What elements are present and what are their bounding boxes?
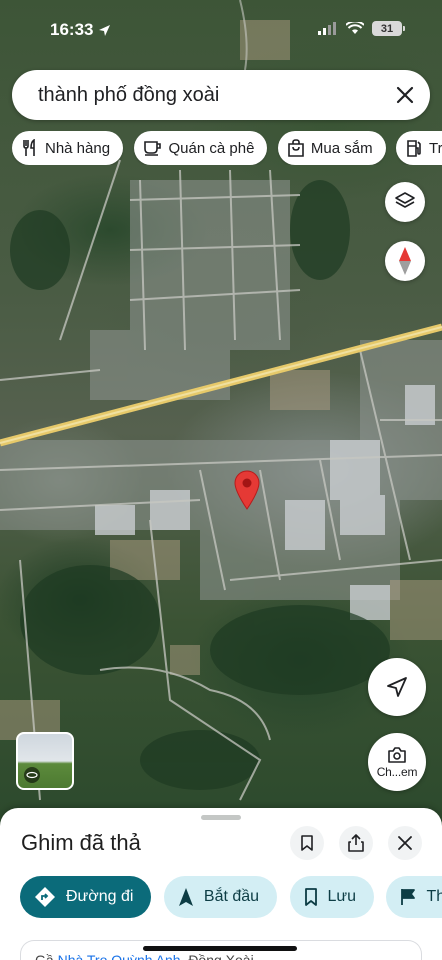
place-title: Ghim đã thả [21,830,141,855]
bookmark-icon [304,888,317,906]
navigation-arrow-icon [387,677,407,697]
chip-label: Mua sắm [310,139,373,157]
start-label: Bắt đầu [203,888,260,905]
start-button[interactable]: Bắt đầu [163,876,278,918]
category-chips: Nhà hàng Quán cà phê Mua sắm Trạm [12,131,442,165]
flag-icon [401,889,416,905]
wifi-icon [346,22,364,34]
chip-label: Nhà hàng [45,139,111,157]
bookmark-icon [301,835,313,851]
lens-button[interactable]: Ch...em [368,733,426,791]
camera-icon [388,746,406,763]
street-view-thumbnail[interactable] [16,732,74,790]
chip-gas-station[interactable]: Trạm [396,131,442,165]
cellular-signal-icon [318,22,336,35]
lens-label: Ch...em [376,764,418,779]
rotate-360-icon [24,767,40,783]
search-input[interactable]: thành phố đồng xoài [38,84,380,107]
share-icon [348,834,364,852]
map-pin-icon [234,470,260,510]
nearby-suffix: , Đồng Xoài [180,952,254,960]
save-label: Lưu [327,888,357,905]
status-time: 16:33 [50,20,111,40]
chip-shopping[interactable]: Mua sắm [277,131,386,165]
sheet-grabber[interactable] [201,815,241,820]
compass-button[interactable] [385,241,425,281]
gas-station-icon [407,140,421,157]
save-button[interactable]: Lưu [289,876,375,918]
close-sheet-button[interactable] [388,826,422,860]
directions-icon [35,887,55,907]
directions-button[interactable]: Đường đi [20,876,152,918]
battery-icon: 31 [372,21,405,36]
layers-icon [395,192,415,208]
place-bottom-sheet: Ghim đã thả Đường đi Bắt đầu Lưu Th Gầ N… [0,808,442,960]
restaurant-icon [23,139,35,156]
dropped-pin-marker[interactable] [233,470,261,515]
my-location-button[interactable] [368,658,426,716]
battery-level: 31 [380,22,394,35]
status-indicators: 31 [318,21,405,36]
status-time-text: 16:33 [50,20,94,39]
chip-restaurants[interactable]: Nhà hàng [12,131,124,165]
share-button[interactable] [339,826,373,860]
search-bar[interactable]: thành phố đồng xoài [12,70,430,120]
coffee-icon [143,141,161,156]
nearby-place-link[interactable]: Nhà Trọ Quỳnh Anh [58,952,181,960]
chip-label: Trạm [429,139,442,157]
location-arrow-icon [99,24,111,36]
home-indicator[interactable] [143,946,297,951]
save-bookmark-button[interactable] [290,826,324,860]
add-label-label: Thê [426,888,442,905]
navigation-arrow-icon [178,888,193,906]
close-icon [396,86,414,104]
chip-coffee[interactable]: Quán cà phê [133,131,268,165]
add-label-button[interactable]: Thê [386,876,442,918]
compass-icon [399,247,411,275]
action-buttons: Đường đi Bắt đầu Lưu Thê [20,876,442,918]
clear-search-button[interactable] [380,70,430,120]
shopping-bag-icon [288,139,304,157]
layers-button[interactable] [385,182,425,222]
nearby-prefix: Gầ [35,952,54,960]
close-icon [398,836,412,850]
directions-label: Đường đi [66,888,134,905]
chip-label: Quán cà phê [168,139,255,157]
